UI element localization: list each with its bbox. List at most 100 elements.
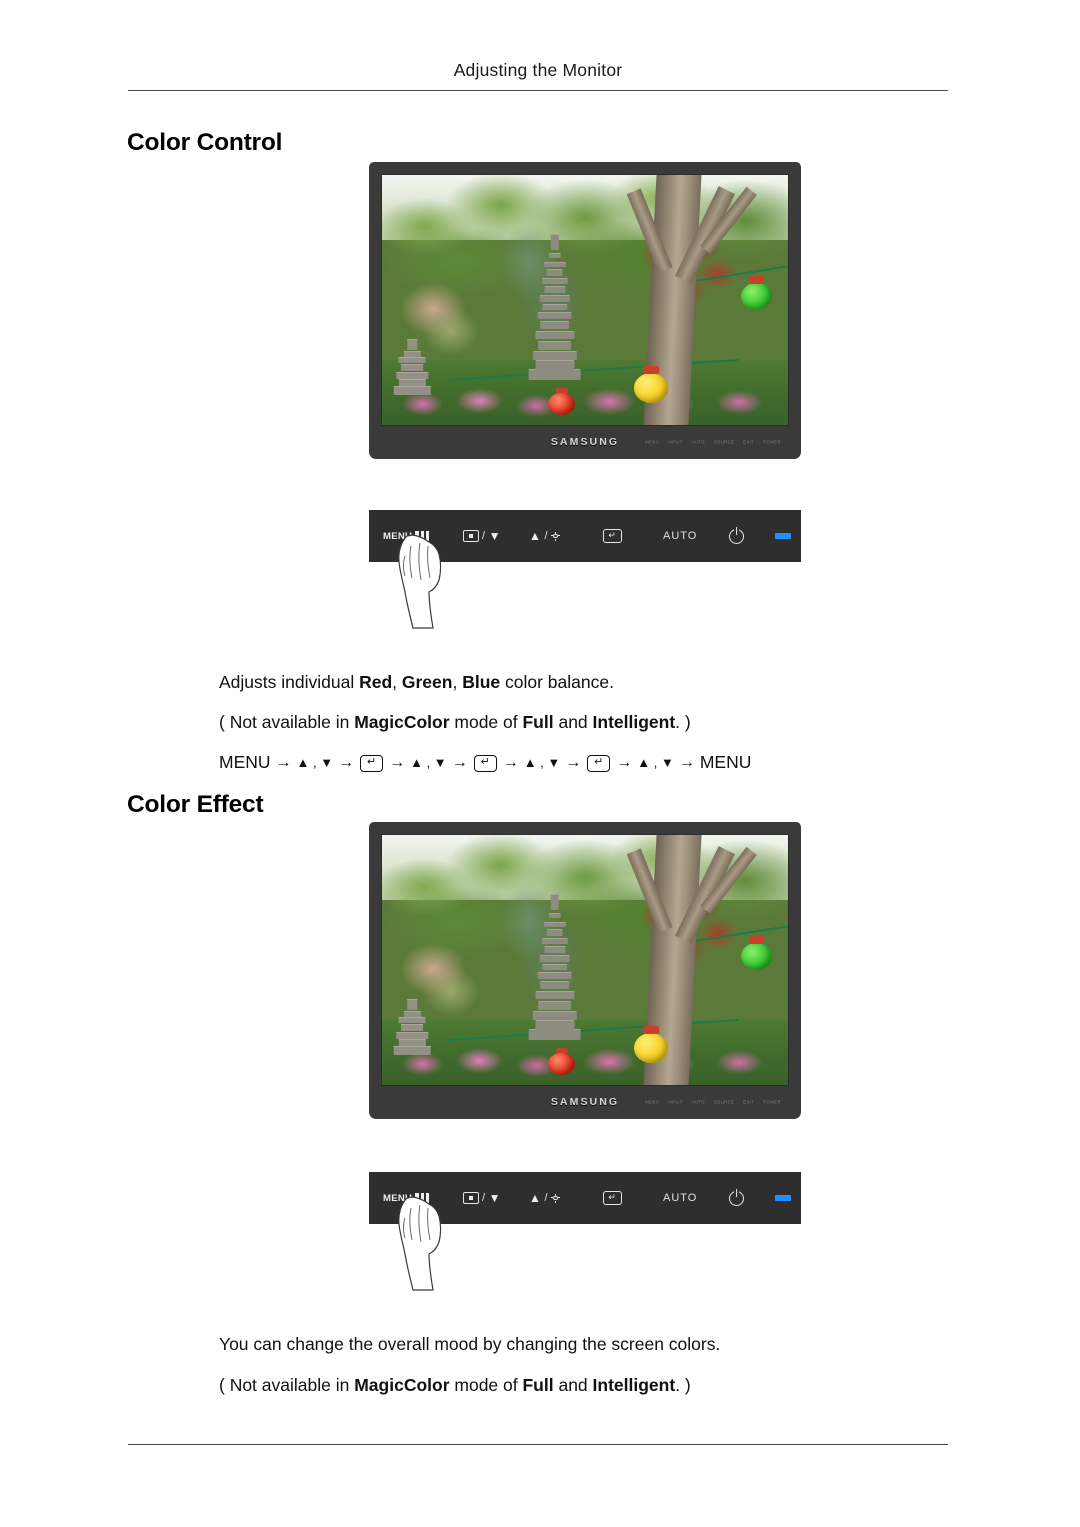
scene-lantern-yellow (633, 365, 669, 403)
note-and: and (553, 1375, 593, 1395)
running-header-title: Adjusting the Monitor (453, 60, 623, 80)
samsung-logo: SAMSUNG (550, 1095, 620, 1108)
menu-lines-icon (415, 1193, 430, 1203)
enter-button[interactable]: ↵ (603, 1191, 622, 1205)
bezel-mark-power: POWER (763, 1099, 781, 1104)
seq-updown-2: ▲ , ▼ (410, 754, 447, 770)
note-bold-magiccolor: MagicColor (354, 1375, 450, 1395)
auto-button[interactable]: AUTO (663, 1192, 697, 1204)
seq-end-menu: MENU (699, 752, 752, 772)
scene-stone-pagoda-large (528, 894, 581, 1040)
bezel-mark-exit: EXIT (743, 1099, 755, 1104)
note-pre: ( Not available in (219, 712, 355, 732)
power-button[interactable] (729, 528, 744, 544)
menu-button-label: MENU (383, 530, 413, 542)
document-page: Adjusting the Monitor Color Control SAMS… (0, 0, 1080, 1527)
enter-key-icon: ↵ (603, 529, 622, 543)
seq-enter-key-2: ↵ (473, 755, 497, 773)
bezel-mark-source: SOURCE (713, 1099, 735, 1104)
up-brightness-button[interactable]: ▲ / (529, 1191, 561, 1205)
source-box-icon (463, 1192, 479, 1204)
seq-arrow-5: → (502, 753, 519, 771)
scene-stone-pagoda-large (528, 234, 581, 380)
seq-arrow-6: → (565, 753, 582, 771)
note-and: and (553, 712, 593, 732)
power-led-indicator (775, 1195, 791, 1201)
note-post: . ) (675, 1375, 691, 1395)
samsung-logo: SAMSUNG (550, 435, 620, 448)
monitor-screen-garden-scene (381, 174, 789, 426)
scene-lantern-red (548, 1047, 575, 1075)
separator-slash: / (482, 1192, 486, 1204)
color-effect-availability-note: ( Not available in MagicColor mode of Fu… (219, 1375, 691, 1397)
source-down-button[interactable]: / ▼ (463, 1192, 501, 1204)
triangle-up-icon: ▲ (529, 1191, 542, 1205)
led-glyph (775, 1195, 791, 1201)
scene-stone-pagoda-small (394, 339, 431, 395)
monitor-bezel-bottom: SAMSUNG MENU INPUT AUTO SOURCE EXIT POWE… (381, 1086, 789, 1117)
auto-button[interactable]: AUTO (663, 530, 697, 542)
menu-button-label: MENU (383, 1192, 413, 1204)
seq-arrow-7: → (616, 753, 633, 771)
note-bold-magiccolor: MagicColor (354, 712, 450, 732)
power-led-indicator (775, 533, 791, 539)
seq-arrow-3: → (389, 753, 406, 771)
monitor-illustration-color-control: SAMSUNG MENU INPUT AUTO SOURCE EXIT POWE… (369, 162, 801, 459)
seq-updown-1: ▲ , ▼ (296, 754, 334, 770)
color-control-menu-sequence: MENU → ▲ , ▼ → ↵ → ▲ , ▼ → ↵ → ▲ , ▼ → ↵… (219, 752, 751, 774)
bezel-button-markings: MENU INPUT AUTO SOURCE EXIT POWER (645, 439, 781, 444)
monitor-control-panel-color-control: MENU / ▼ ▲ / ↵ AUTO (369, 510, 801, 629)
triangle-up-icon: ▲ (529, 529, 542, 543)
led-glyph (775, 533, 791, 539)
scene-lantern-green (741, 276, 772, 310)
brightness-sun-icon (551, 1193, 561, 1203)
source-down-button[interactable]: / ▼ (463, 530, 501, 542)
desc-sep1: , (392, 672, 402, 692)
triangle-down-icon: ▼ (488, 1191, 502, 1205)
menu-button[interactable]: MENU (383, 530, 430, 542)
auto-button-label: AUTO (663, 1192, 698, 1204)
enter-button[interactable]: ↵ (603, 529, 622, 543)
section-heading-color-control: Color Control (127, 129, 283, 156)
separator-slash: / (482, 530, 486, 542)
desc-text-pre: Adjusts individual (219, 672, 360, 692)
seq-enter-key-3: ↵ (587, 755, 611, 773)
footer-rule (128, 1444, 948, 1445)
menu-lines-icon (415, 531, 430, 541)
scene-lantern-red (548, 387, 575, 415)
color-control-description: Adjusts individual Red, Green, Blue colo… (219, 672, 614, 694)
seq-arrow-1: → (275, 753, 292, 771)
seq-arrow-2: → (338, 753, 355, 771)
power-icon (729, 1190, 744, 1206)
triangle-down-icon: ▼ (488, 529, 502, 543)
scene-flowerbed (382, 1040, 788, 1080)
bezel-mark-exit: EXIT (743, 439, 755, 444)
desc-text-post: color balance. (500, 672, 614, 692)
bezel-mark-auto: AUTO (691, 439, 705, 444)
power-button[interactable] (729, 1190, 744, 1206)
note-bold-intelligent: Intelligent (592, 1375, 676, 1395)
bezel-mark-auto: AUTO (691, 1099, 705, 1104)
monitor-control-panel-color-effect: MENU / ▼ ▲ / ↵ AUTO (369, 1172, 801, 1291)
bezel-mark-menu: MENU (645, 1099, 660, 1104)
bezel-mark-source: SOURCE (713, 439, 735, 444)
desc-sep2: , (452, 672, 463, 692)
desc-bold-red: Red (359, 672, 393, 692)
separator-slash: / (544, 1192, 549, 1204)
auto-button-label: AUTO (663, 530, 698, 542)
header-rule (128, 90, 948, 91)
bezel-button-markings: MENU INPUT AUTO SOURCE EXIT POWER (645, 1099, 781, 1104)
pointing-hand-illustration (398, 1196, 442, 1291)
seq-start-menu: MENU (219, 752, 271, 772)
bezel-mark-menu: MENU (645, 439, 660, 444)
seq-arrow-8: → (678, 753, 695, 771)
up-brightness-button[interactable]: ▲ / (529, 529, 561, 543)
note-mid: mode of (449, 712, 523, 732)
seq-updown-4: ▲ , ▼ (637, 754, 674, 770)
menu-button[interactable]: MENU (383, 1192, 430, 1204)
note-mid: mode of (449, 1375, 523, 1395)
monitor-screen-garden-scene (381, 834, 789, 1086)
seq-enter-key-1: ↵ (360, 755, 384, 773)
scene-lantern-yellow (633, 1025, 669, 1063)
source-box-icon (463, 530, 479, 542)
